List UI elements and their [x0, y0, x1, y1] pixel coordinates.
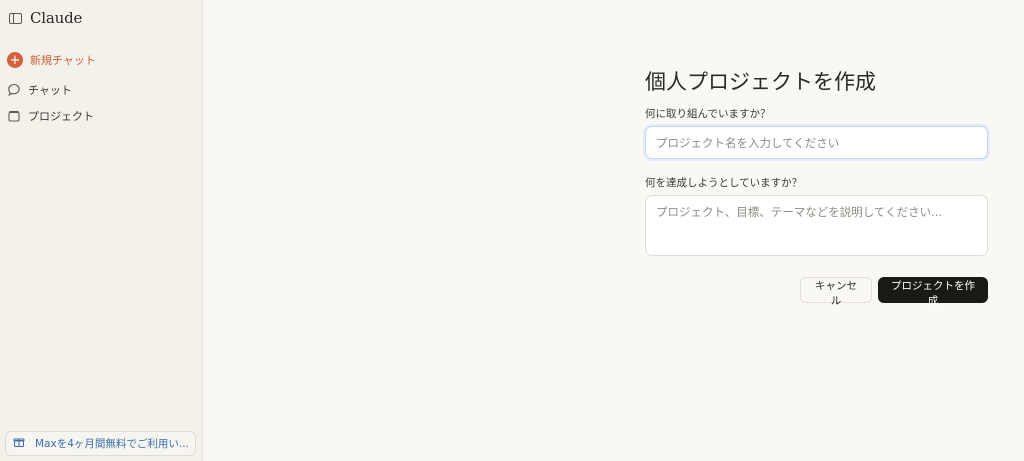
project-description-input[interactable] [645, 195, 988, 256]
project-description-label: 何を達成しようとしていますか？ [645, 177, 803, 189]
sidebar: Claude + 新規チャット チャット プロジェクト Maxを4ヶ月間無料でご… [0, 0, 203, 461]
sidebar-item-new-chat[interactable]: + 新規チャット [7, 49, 195, 71]
create-project-button[interactable]: プロジェクトを作成 [878, 277, 988, 307]
main-content: 個人プロジェクトを作成 何に取り組んでいますか？ 何を達成しようとしていますか？… [203, 0, 1024, 461]
cancel-button[interactable]: キャンセル [800, 277, 872, 307]
project-name-input[interactable] [645, 126, 988, 159]
app-root: Claude + 新規チャット チャット プロジェクト Maxを4ヶ月間無料でご… [0, 0, 1024, 461]
sidebar-toggle-icon[interactable] [9, 12, 22, 24]
project-name-label: 何に取り組んでいますか？ [645, 108, 771, 120]
sidebar-item-label: プロジェクト [28, 110, 94, 123]
logo[interactable]: Claude [30, 9, 82, 27]
page-title: 個人プロジェクトを作成 [645, 70, 876, 94]
sidebar-item-projects[interactable]: プロジェクト [7, 105, 195, 127]
plus-icon: + [7, 52, 23, 68]
sidebar-item-chats[interactable]: チャット [7, 79, 195, 101]
create-project-form: 個人プロジェクトを作成 何に取り組んでいますか？ 何を達成しようとしていますか？… [645, 66, 988, 307]
brand: Claude [9, 9, 82, 27]
gift-icon [13, 436, 25, 451]
sidebar-nav: + 新規チャット チャット プロジェクト [7, 49, 195, 131]
sidebar-item-label: チャット [28, 84, 72, 97]
chat-bubble-icon [7, 83, 21, 97]
form-actions: キャンセル プロジェクトを作成 [645, 277, 988, 307]
folder-icon [7, 109, 21, 123]
promo-banner[interactable]: Maxを4ヶ月間無料でご利用い... [5, 431, 196, 456]
promo-text: Maxを4ヶ月間無料でご利用い... [35, 438, 189, 450]
sidebar-item-label: 新規チャット [30, 54, 96, 67]
